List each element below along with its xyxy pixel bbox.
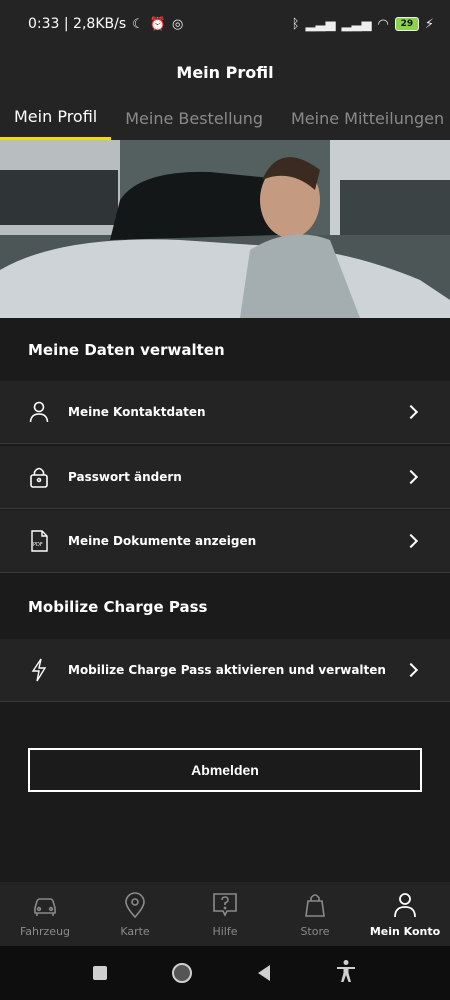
logout-button[interactable]: Abmelden	[28, 748, 422, 792]
car-icon	[34, 897, 56, 916]
whatsapp-icon: ◎	[171, 16, 184, 32]
hero-image	[0, 140, 450, 318]
shopping-bag-icon	[305, 893, 325, 917]
signal-icon: ▂▃▅	[305, 16, 336, 32]
back-button[interactable]	[257, 965, 270, 981]
chevron-right-icon	[403, 662, 419, 678]
svg-text:PDF: PDF	[33, 542, 43, 548]
bottom-nav: Fahrzeug Karte Hilfe Store Mein Konto	[0, 882, 450, 946]
row-documents[interactable]: PDF Meine Dokumente anzeigen	[0, 510, 450, 573]
wifi-icon: ◠	[377, 16, 389, 32]
user-icon	[394, 892, 416, 917]
pdf-document-icon: PDF	[28, 529, 50, 553]
nav-fahrzeug-label: Fahrzeug	[19, 924, 71, 938]
accessibility-icon[interactable]	[335, 959, 357, 987]
tab-meine-bestellung[interactable]: Meine Bestellung	[111, 96, 277, 140]
nav-hilfe[interactable]: Hilfe	[180, 882, 270, 946]
nav-mein-konto[interactable]: Mein Konto	[360, 882, 450, 946]
row-documents-label: Meine Dokumente anzeigen	[68, 534, 257, 548]
help-icon	[213, 892, 237, 917]
row-contact-data[interactable]: Meine Kontaktdaten	[0, 381, 450, 444]
status-time: 0:33 | 2,8KB/s	[28, 16, 127, 32]
nav-mein-konto-label: Mein Konto	[369, 924, 441, 938]
nav-karte[interactable]: Karte	[90, 882, 180, 946]
page-title: Mein Profil	[176, 62, 274, 82]
alarm-icon: ⏰	[149, 16, 166, 32]
nav-karte-label: Karte	[120, 924, 150, 938]
tab-bar: Mein Profil Meine Bestellung Meine Mitte…	[0, 96, 450, 140]
tab-meine-mitteilungen[interactable]: Meine Mitteilungen	[277, 96, 450, 140]
nav-store-label: Store	[300, 924, 330, 938]
chevron-right-icon	[403, 469, 419, 485]
row-password-label: Passwort ändern	[68, 470, 182, 484]
section-title-data: Meine Daten verwalten	[28, 341, 225, 359]
row-change-password[interactable]: Passwort ändern	[0, 446, 450, 509]
row-charge-pass[interactable]: Mobilize Charge Pass aktivieren und verw…	[0, 639, 450, 702]
row-charge-label: Mobilize Charge Pass aktivieren und verw…	[68, 663, 386, 677]
charging-icon: ⚡	[424, 16, 434, 32]
lock-icon	[28, 465, 50, 489]
nav-hilfe-label: Hilfe	[212, 924, 238, 938]
section-title-charge: Mobilize Charge Pass	[28, 598, 208, 616]
battery-icon: 29	[394, 17, 419, 31]
moon-icon: ☾	[132, 16, 144, 32]
home-button[interactable]	[172, 963, 193, 983]
bluetooth-icon: ᛒ	[291, 16, 300, 32]
lightning-icon	[28, 658, 50, 682]
hero-illustration	[0, 140, 450, 318]
recents-button[interactable]	[92, 966, 107, 980]
user-icon	[28, 400, 50, 424]
system-nav-bar	[0, 946, 450, 1000]
row-contact-label: Meine Kontaktdaten	[68, 405, 206, 419]
tab-mein-profil[interactable]: Mein Profil	[0, 96, 112, 140]
chevron-right-icon	[403, 533, 419, 549]
nav-fahrzeug[interactable]: Fahrzeug	[0, 882, 90, 946]
nav-store[interactable]: Store	[270, 882, 360, 946]
map-pin-icon	[125, 891, 145, 918]
app-bar: Mein Profil	[0, 48, 450, 96]
signal-icon-2: ▂▃▅	[341, 16, 372, 32]
status-bar: 0:33 | 2,8KB/s ☾ ⏰ ◎ ᛒ ▂▃▅ ▂▃▅ ◠ 29 ⚡	[0, 0, 450, 48]
chevron-right-icon	[403, 404, 419, 420]
